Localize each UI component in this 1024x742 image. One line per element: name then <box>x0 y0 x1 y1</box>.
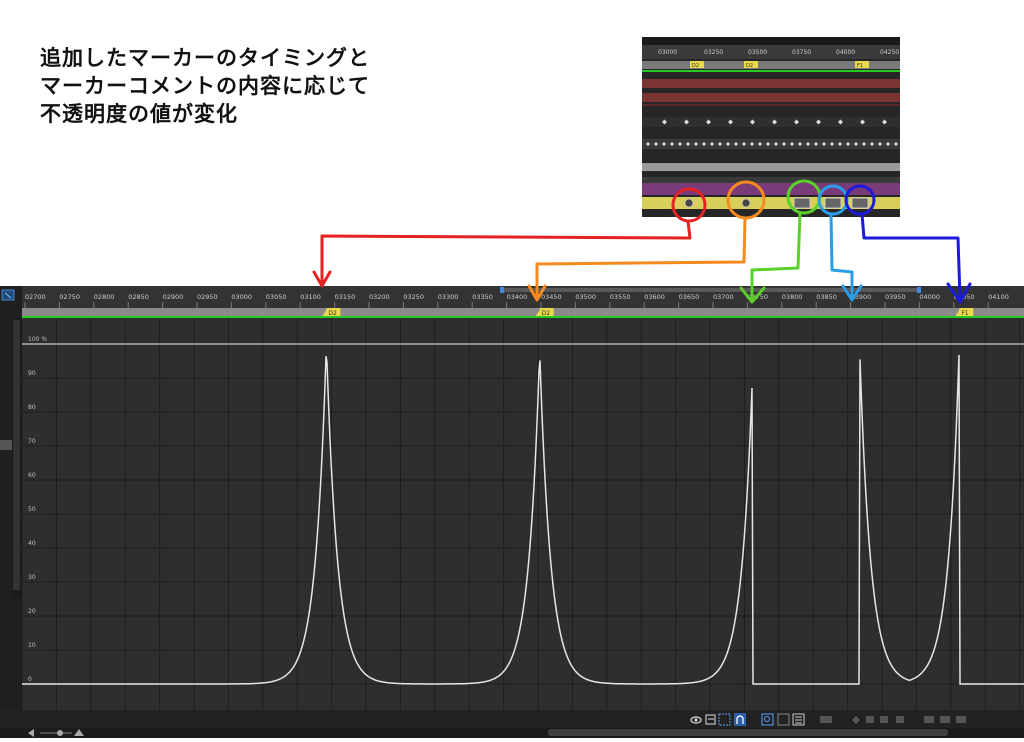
ruler-label: 03050 <box>266 293 287 301</box>
y-axis-label: 40 <box>28 540 36 547</box>
inset-svg: 03000 03250 03500 03750 04000 04250 D2 D… <box>642 37 900 217</box>
graph-editor-panel: 02700 02750 02800 02850 02900 02950 03000 03050… <box>0 286 1024 738</box>
graph-editor-svg: 02700 02750 02800 02850 02900 02950 03000 03050… <box>0 286 1024 738</box>
inset-marker-label: D2 <box>692 63 699 69</box>
y-axis-label: 0 <box>28 676 32 683</box>
work-area-bar[interactable] <box>500 288 920 292</box>
marker-label: F1 <box>961 310 968 317</box>
ruler-label: 03100 <box>300 293 321 301</box>
marker-bar[interactable] <box>22 308 1024 316</box>
ruler-label: 03800 <box>782 293 803 301</box>
inset-marker: D2 <box>744 61 758 69</box>
inset-ruler-label: 04250 <box>880 49 899 56</box>
ruler-label: 03350 <box>472 293 493 301</box>
ruler-label: 03450 <box>541 293 562 301</box>
inset-ruler-label: 03750 <box>792 49 811 56</box>
inset-ruler-label: 03500 <box>748 49 767 56</box>
ruler-label: 04000 <box>919 293 940 301</box>
y-axis-label: 60 <box>28 472 36 479</box>
ruler-label: 02950 <box>197 293 218 301</box>
y-axis-label: 100 % <box>28 336 47 343</box>
ruler-label: 04100 <box>988 293 1009 301</box>
ruler-label: 02800 <box>94 293 115 301</box>
annotation-red-arrow <box>312 220 692 288</box>
horizontal-scrollbar[interactable] <box>548 729 948 736</box>
inset-ruler-label: 04000 <box>836 49 855 56</box>
inset-marker-label: F1 <box>857 63 863 69</box>
inset-ruler-label: 03250 <box>704 49 723 56</box>
ruler-label: 03300 <box>438 293 459 301</box>
ruler-label: 03150 <box>335 293 356 301</box>
caption-line-2: マーカーコメントの内容に応じて <box>40 74 370 98</box>
inset-marker-label: D2 <box>746 63 753 69</box>
ruler-label: 03400 <box>507 293 528 301</box>
y-axis-label: 90 <box>28 370 36 377</box>
marker-label: D2 <box>328 310 337 317</box>
y-axis-label: 10 <box>28 642 36 649</box>
ruler-label: 03750 <box>747 293 768 301</box>
y-axis-label: 80 <box>28 404 36 411</box>
ruler-label: 03650 <box>679 293 700 301</box>
timeline-inset-screenshot: 03000 03250 03500 03750 04000 04250 D2 D… <box>642 37 900 217</box>
ruler-label: 03550 <box>610 293 631 301</box>
inset-marker: F1 <box>855 61 869 69</box>
ruler-label: 02750 <box>59 293 80 301</box>
ruler-label: 03850 <box>816 293 837 301</box>
caption-line-3: 不透明度の値が変化 <box>40 102 238 126</box>
ruler-label: 03500 <box>575 293 596 301</box>
y-axis-label: 50 <box>28 506 36 513</box>
caption-line-1: 追加したマーカーのタイミングと <box>40 46 370 70</box>
caption-text: 追加したマーカーのタイミングと マーカーコメントの内容に応じて 不透明度の値が変… <box>40 44 370 128</box>
snap-icon[interactable] <box>734 713 746 726</box>
ruler-label: 02700 <box>25 293 46 301</box>
inset-marker: D2 <box>690 61 704 69</box>
ruler-label: 03200 <box>369 293 390 301</box>
ruler-label: 02900 <box>163 293 184 301</box>
ruler-label: 03600 <box>644 293 665 301</box>
y-axis-label: 20 <box>28 608 36 615</box>
y-axis-label: 70 <box>28 438 36 445</box>
marker-label: D2 <box>542 310 551 317</box>
ruler-label: 03250 <box>403 293 424 301</box>
ruler-label: 03950 <box>885 293 906 301</box>
ruler-label: 04050 <box>954 293 975 301</box>
inset-ruler-label: 03000 <box>658 49 677 56</box>
ruler-label: 03900 <box>851 293 872 301</box>
ruler-label: 03000 <box>231 293 252 301</box>
ruler-label: 02850 <box>128 293 149 301</box>
y-axis-label: 30 <box>28 574 36 581</box>
ruler-label: 03700 <box>713 293 734 301</box>
